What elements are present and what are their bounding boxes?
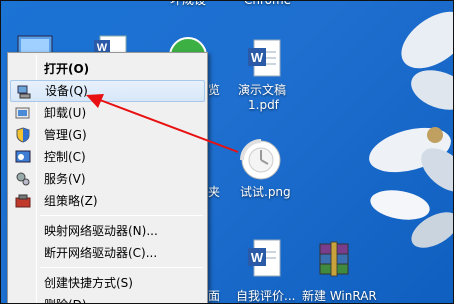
device-manager-icon <box>17 85 31 99</box>
svg-text:W: W <box>251 50 264 65</box>
menu-item-label: 管理(G) <box>44 128 87 142</box>
menu-item-disconnect-drive[interactable]: 断开网络驱动器(C)... <box>10 242 205 264</box>
word-doc-bottom-icon[interactable]: W <box>244 238 284 282</box>
desktop-label-top-1: 坏成设 <box>170 0 207 7</box>
menu-item-label: 创建快捷方式(S) <box>44 276 133 290</box>
menu-item-delete[interactable]: 删除(D) <box>10 294 205 304</box>
menu-item-manage[interactable]: 管理(G) <box>10 124 205 146</box>
desktop-label-word-bottom: 自我评价... <box>236 289 296 303</box>
menu-item-label: 服务(V) <box>44 172 86 186</box>
desktop-label-partial-1: 览 <box>208 83 221 97</box>
menu-item-control[interactable]: 控制(C) <box>10 146 205 168</box>
uninstall-icon <box>15 107 30 119</box>
menu-item-label: 断开网络驱动器(C)... <box>44 246 158 260</box>
desktop-label-winrar: 新建 WinRAR <box>302 289 377 303</box>
context-menu: 打开(O) 设备(Q) 卸载(U) 管理(G) 控制(C) 服务(V) 组策略(… <box>7 52 208 304</box>
services-icon <box>16 172 30 186</box>
menu-item-open[interactable]: 打开(O) <box>10 58 205 80</box>
menu-item-group-policy[interactable]: 组策略(Z) <box>10 190 205 212</box>
desktop-label-partial-2: 夹 <box>208 185 221 199</box>
menu-item-label: 卸载(U) <box>44 106 87 120</box>
menu-item-label: 设备(Q) <box>45 84 88 98</box>
menu-item-label: 打开(O) <box>44 62 90 76</box>
menu-item-label: 控制(C) <box>44 150 86 164</box>
desktop-label-png: 试试.png <box>240 185 291 199</box>
menu-separator <box>40 215 203 216</box>
menu-item-services[interactable]: 服务(V) <box>10 168 205 190</box>
shield-icon <box>16 127 30 143</box>
desktop-label-pdf-line1: 演示文稿 <box>238 83 287 97</box>
group-policy-icon <box>15 194 31 208</box>
menu-separator <box>40 267 203 268</box>
menu-item-label: 删除(D) <box>44 294 87 304</box>
desktop-label-pdf-line2: 1.pdf <box>248 98 279 112</box>
image-file-icon[interactable] <box>238 138 284 182</box>
menu-item-label: 映射网络驱动器(N)... <box>44 224 158 238</box>
menu-item-device[interactable]: 设备(Q) <box>10 80 205 102</box>
control-panel-icon <box>15 150 31 163</box>
menu-item-label: 组策略(Z) <box>44 194 98 208</box>
word-pdf-icon[interactable]: W <box>244 38 284 82</box>
menu-item-map-drive[interactable]: 映射网络驱动器(N)... <box>10 220 205 242</box>
menu-item-uninstall[interactable]: 卸载(U) <box>10 102 205 124</box>
wallpaper-flower <box>369 11 454 248</box>
desktop-label-partial-3: 面 <box>208 289 221 303</box>
winrar-icon[interactable] <box>312 238 356 282</box>
menu-item-create-shortcut[interactable]: 创建快捷方式(S) <box>10 272 205 294</box>
desktop-label-top-2: Chrome <box>244 0 292 7</box>
svg-text:W: W <box>251 250 264 265</box>
